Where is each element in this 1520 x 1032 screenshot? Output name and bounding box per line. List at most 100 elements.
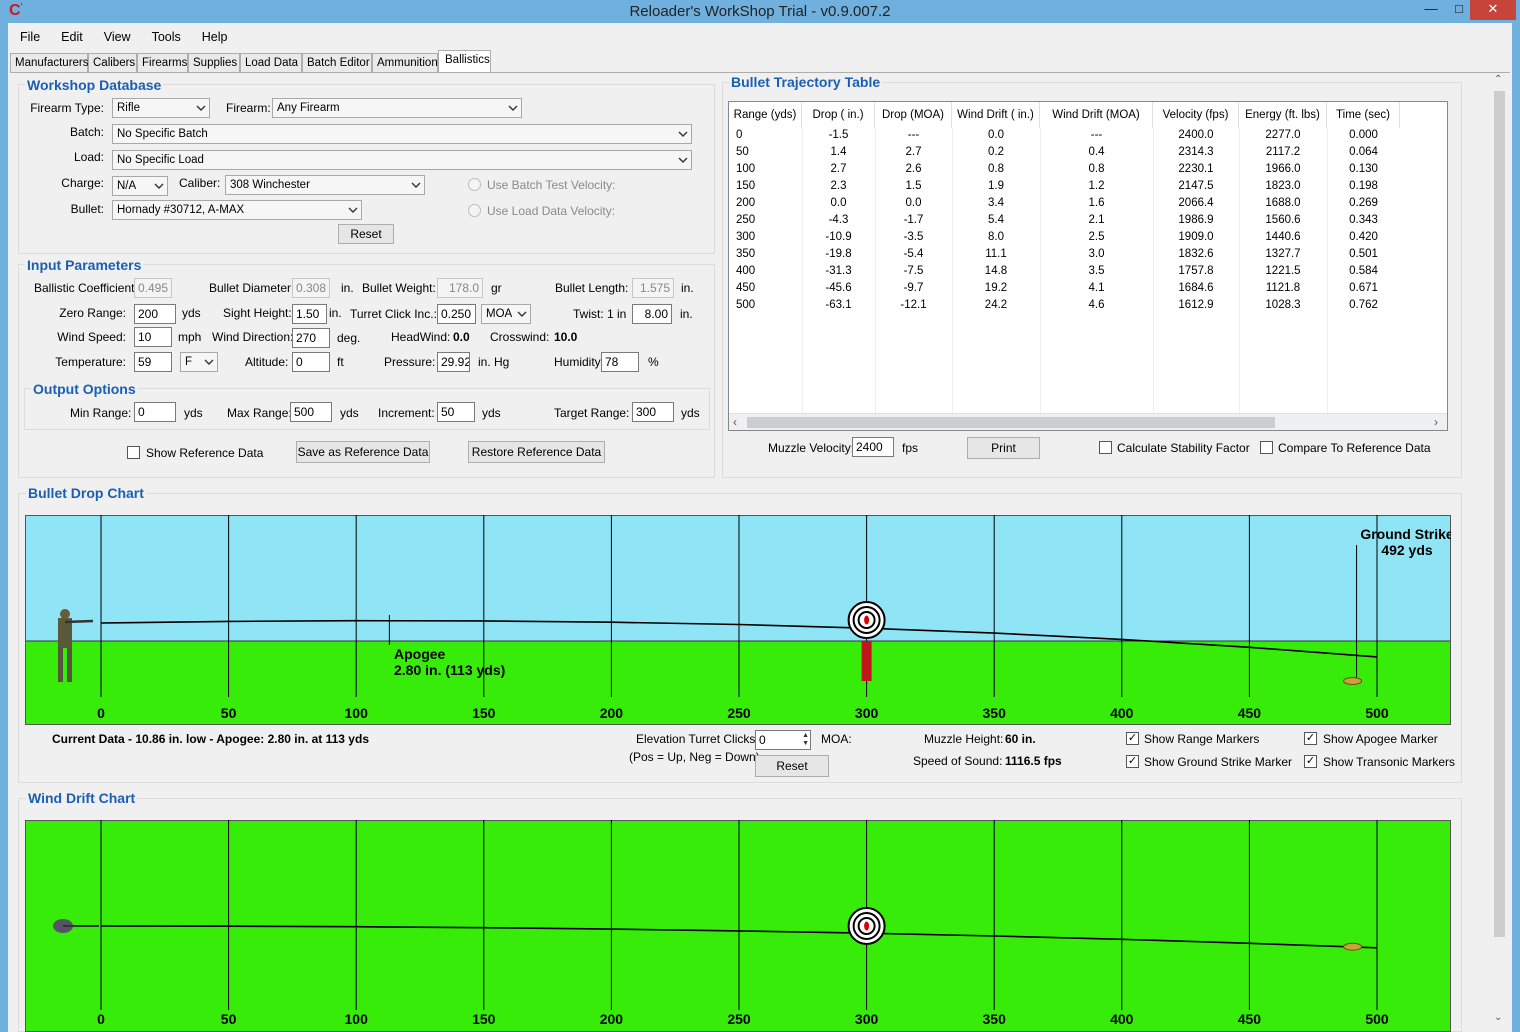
tab-ammunition[interactable]: Ammunition: [372, 53, 438, 72]
show-reference-checkbox[interactable]: [127, 446, 140, 459]
chevron-left-icon[interactable]: ‹: [733, 415, 737, 429]
drift-chart-title: Wind Drift Chart: [26, 790, 138, 806]
table-cell: 0.000: [1349, 129, 1378, 141]
restore-reference-button[interactable]: Restore Reference Data: [468, 441, 605, 463]
menu-file[interactable]: File: [8, 27, 49, 44]
max-range-field[interactable]: 500: [290, 402, 332, 422]
print-button[interactable]: Print: [967, 437, 1040, 459]
length-field[interactable]: 1.575: [632, 278, 674, 298]
show-apogee-marker-checkbox[interactable]: ✓: [1304, 732, 1317, 745]
range-tick-label: 500: [1365, 705, 1389, 721]
charge-value: N/A: [117, 180, 137, 192]
column-header-velocity[interactable]: Velocity (fps): [1153, 102, 1239, 128]
chevron-right-icon[interactable]: ›: [1434, 415, 1438, 429]
temperature-field[interactable]: 59: [134, 352, 172, 372]
zero-range-field[interactable]: 200: [134, 304, 176, 324]
table-cell: -12.1: [900, 299, 927, 311]
firearm-select[interactable]: Any Firearm: [272, 98, 522, 118]
scroll-thumb[interactable]: [747, 417, 1275, 428]
firearm-type-select[interactable]: Rifle: [112, 98, 210, 118]
tab-manufacturers[interactable]: Manufacturers: [10, 53, 89, 72]
altitude-field[interactable]: 0: [292, 352, 330, 372]
column-header-time[interactable]: Time (sec): [1327, 102, 1400, 128]
caliber-select[interactable]: 308 Winchester: [225, 175, 425, 195]
bc-field[interactable]: 0.495: [134, 278, 172, 298]
tab-ballistics[interactable]: Ballistics: [438, 50, 491, 72]
twist-field[interactable]: 8.00: [632, 304, 672, 324]
temperature-unit-select[interactable]: F: [180, 352, 218, 372]
maximize-icon[interactable]: □: [1445, 0, 1473, 20]
chevron-down-icon[interactable]: ⌄: [1494, 1012, 1502, 1023]
sight-height-field[interactable]: 1.50: [292, 304, 327, 324]
humidity-unit: %: [648, 355, 659, 369]
menu-tools[interactable]: Tools: [140, 27, 190, 44]
caliber-label: Caliber:: [179, 176, 221, 190]
use-load-velocity-radio[interactable]: [468, 204, 481, 217]
menu-edit[interactable]: Edit: [49, 27, 92, 44]
column-header-drift-moa[interactable]: Wind Drift (MOA): [1040, 102, 1153, 128]
tab-batch-editor[interactable]: Batch Editor: [302, 53, 372, 72]
spinner-down-icon[interactable]: ▼: [802, 740, 809, 747]
tab-calibers[interactable]: Calibers: [88, 53, 137, 72]
column-header-drop-moa[interactable]: Drop (MOA): [875, 102, 952, 128]
table-cell: -7.5: [903, 265, 924, 277]
stability-checkbox[interactable]: [1099, 441, 1112, 454]
table-cell: 2230.1: [1178, 163, 1214, 175]
elevation-clicks-field[interactable]: 0 ▲ ▼: [755, 730, 811, 750]
diameter-field[interactable]: 0.308: [292, 278, 330, 298]
charge-select[interactable]: N/A: [112, 176, 168, 196]
save-reference-button[interactable]: Save as Reference Data: [296, 441, 430, 463]
elevation-reset-button[interactable]: Reset: [755, 755, 829, 777]
turret-click-field[interactable]: 0.250: [437, 304, 476, 324]
humidity-field[interactable]: 78: [601, 352, 639, 372]
tab-firearms[interactable]: Firearms: [137, 53, 188, 72]
table-cell: 150: [736, 180, 756, 192]
tab-supplies[interactable]: Supplies: [188, 53, 240, 72]
minimize-icon[interactable]: —: [1417, 0, 1445, 20]
show-ground-strike-checkbox[interactable]: ✓: [1126, 755, 1139, 768]
min-range-field[interactable]: 0: [134, 402, 176, 422]
workshop-reset-button[interactable]: Reset: [338, 224, 394, 244]
batch-value: No Specific Batch: [117, 128, 208, 140]
tab-load-data[interactable]: Load Data: [240, 53, 302, 72]
use-batch-velocity-radio[interactable]: [468, 178, 481, 191]
trajectory-title: Bullet Trajectory Table: [729, 74, 883, 90]
menu-view[interactable]: View: [92, 27, 140, 44]
column-header-range[interactable]: Range (yds): [729, 102, 802, 128]
table-cell: 300: [736, 231, 756, 243]
column-header-drift-in[interactable]: Wind Drift ( in.): [952, 102, 1040, 128]
wind-direction-field[interactable]: 270: [292, 328, 330, 348]
close-icon[interactable]: ✕: [1470, 0, 1516, 20]
table-cell: 1757.8: [1178, 265, 1214, 277]
length-unit: in.: [681, 281, 694, 295]
range-tick-label: 300: [855, 705, 879, 721]
table-cell: 1.9: [988, 180, 1004, 192]
column-header-energy[interactable]: Energy (ft. lbs): [1239, 102, 1327, 128]
compare-checkbox[interactable]: [1260, 441, 1273, 454]
increment-field[interactable]: 50: [437, 402, 475, 422]
show-transonic-checkbox[interactable]: ✓: [1304, 755, 1317, 768]
table-cell: 200: [736, 197, 756, 209]
batch-select[interactable]: No Specific Batch: [112, 124, 692, 144]
target-range-field[interactable]: 300: [632, 402, 674, 422]
show-range-markers-checkbox[interactable]: ✓: [1126, 732, 1139, 745]
chevron-up-icon[interactable]: ⌃: [1494, 74, 1502, 85]
horizontal-scrollbar[interactable]: ‹ ›: [729, 413, 1447, 430]
table-cell: 1909.0: [1178, 231, 1214, 243]
spinner-up-icon[interactable]: ▲: [802, 732, 809, 739]
table-cell: 0.584: [1349, 265, 1378, 277]
turret-unit-select[interactable]: MOA: [481, 304, 531, 324]
table-cell: 14.8: [984, 265, 1008, 277]
menu-help[interactable]: Help: [190, 27, 237, 44]
muzzle-velocity-field[interactable]: 2400: [852, 437, 894, 457]
pressure-field[interactable]: 29.92: [437, 352, 470, 372]
elevation-hint: (Pos = Up, Neg = Down): [629, 750, 760, 764]
column-header-drop-in[interactable]: Drop ( in.): [802, 102, 875, 128]
scroll-thumb[interactable]: [1494, 91, 1505, 937]
bullet-select[interactable]: Hornady #30712, A-MAX: [112, 200, 362, 220]
wind-speed-field[interactable]: 10: [134, 327, 172, 347]
vertical-scrollbar[interactable]: ⌃ ⌄: [1491, 74, 1508, 1028]
weight-field[interactable]: 178.0: [437, 278, 483, 298]
firearm-value: Any Firearm: [277, 102, 340, 114]
load-select[interactable]: No Specific Load: [112, 150, 692, 170]
